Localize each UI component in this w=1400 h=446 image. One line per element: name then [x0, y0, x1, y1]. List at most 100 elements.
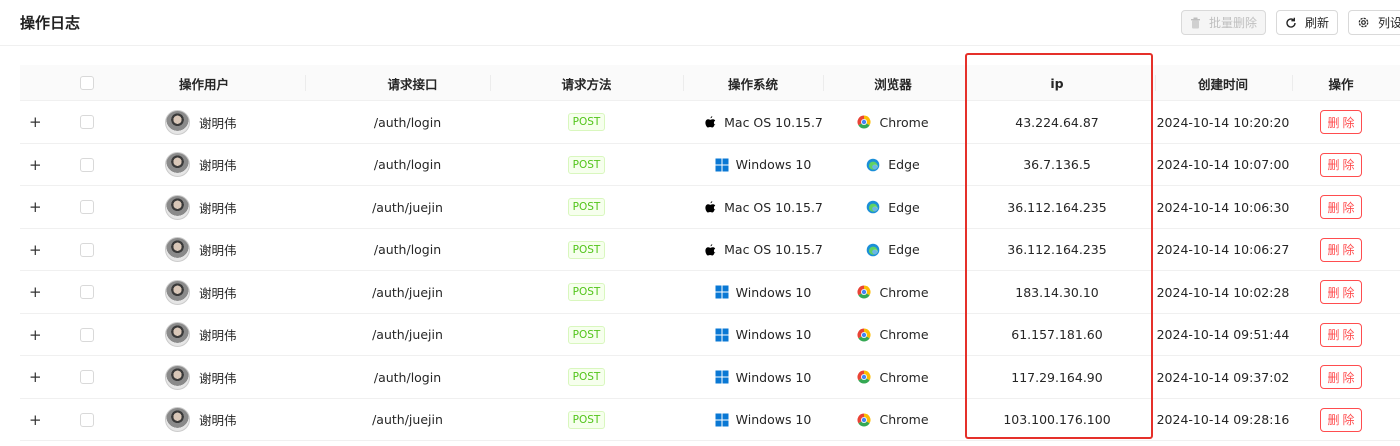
os-name: Mac OS 10.15.7: [724, 242, 823, 257]
column-divider: [683, 75, 684, 91]
browser-name: Edge: [888, 199, 920, 215]
log-table: 操作用户 请求接口 请求方法 操作系统 浏览器 ip 创建时间 操作 + 谢明伟…: [20, 65, 1400, 441]
table-body: + 谢明伟 /auth/login POST Mac OS 10.15.7 Ch…: [20, 101, 1400, 441]
delete-button[interactable]: 删除: [1320, 280, 1362, 304]
delete-button[interactable]: 删除: [1320, 237, 1362, 262]
column-divider: [1155, 75, 1156, 91]
windows-icon: [715, 413, 729, 427]
created-time-cell: 2024-10-14 10:07:00: [1156, 157, 1290, 172]
api-cell: /auth/login: [373, 157, 442, 172]
row-checkbox[interactable]: [80, 370, 94, 384]
method-cell: POST: [490, 144, 683, 186]
chrome-icon: [857, 413, 871, 427]
apple-icon: [703, 200, 717, 214]
created-time-cell: 2024-10-14 09:51:44: [1156, 327, 1290, 342]
row-select-cell[interactable]: [75, 314, 99, 356]
row-select-cell[interactable]: [75, 356, 99, 398]
page-title: 操作日志: [20, 14, 81, 32]
created-time-cell: 2024-10-14 10:06:30: [1156, 199, 1290, 215]
api-cell: /auth/login: [373, 369, 442, 385]
batch-delete-label: 批量删除: [1209, 16, 1258, 30]
method-tag: POST: [567, 240, 606, 259]
expand-row-button[interactable]: +: [29, 101, 49, 143]
table-row: + 谢明伟 /auth/login POST Windows 10 Chrome…: [20, 356, 1400, 399]
os-name: Windows 10: [735, 369, 812, 385]
row-select-cell[interactable]: [75, 144, 99, 186]
user-name: 谢明伟: [199, 243, 237, 258]
header-select-all[interactable]: [75, 65, 99, 101]
expand-row-button[interactable]: +: [29, 186, 49, 228]
os-cell: Windows 10: [683, 314, 843, 356]
table-header: 操作用户 请求接口 请求方法 操作系统 浏览器 ip 创建时间 操作: [20, 65, 1400, 101]
created-time-cell: 2024-10-14 10:20:20: [1156, 114, 1290, 130]
windows-icon: [715, 370, 729, 384]
chrome-icon: [857, 285, 871, 299]
row-checkbox[interactable]: [80, 327, 94, 342]
browser-cell: Chrome: [823, 314, 963, 356]
batch-delete-button[interactable]: 批量删除: [1181, 10, 1266, 35]
trash-icon: [1190, 17, 1201, 29]
table-row: + 谢明伟 /auth/login POST Mac OS 10.15.7 Ed…: [20, 229, 1400, 271]
delete-button[interactable]: 删除: [1320, 110, 1362, 134]
expand-row-button[interactable]: +: [29, 229, 49, 271]
row-select-cell[interactable]: [75, 229, 99, 271]
row-checkbox[interactable]: [80, 242, 94, 257]
table-row: + 谢明伟 /auth/login POST Windows 10 Edge 3…: [20, 144, 1400, 186]
user-cell: 谢明伟: [165, 399, 305, 441]
header-action: 操作: [1328, 76, 1354, 92]
ip-cell: 61.157.181.60: [1011, 327, 1103, 342]
delete-button[interactable]: 删除: [1320, 152, 1362, 177]
column-divider: [490, 75, 491, 91]
row-select-cell[interactable]: [75, 271, 99, 313]
os-cell: Windows 10: [683, 356, 843, 398]
ip-cell: 36.7.136.5: [1023, 157, 1091, 172]
action-cell: 删除: [1292, 271, 1390, 313]
column-divider: [1292, 75, 1293, 91]
method-tag: POST: [567, 198, 606, 216]
user-cell: 谢明伟: [165, 186, 305, 228]
delete-button[interactable]: 删除: [1320, 365, 1362, 389]
api-cell: /auth/juejin: [372, 199, 443, 215]
refresh-button[interactable]: 刷新: [1276, 10, 1338, 35]
table-row: + 谢明伟 /auth/juejin POST Windows 10 Chrom…: [20, 314, 1400, 356]
user-name: 谢明伟: [199, 370, 237, 386]
header-browser: 浏览器: [874, 76, 912, 92]
delete-button[interactable]: 删除: [1320, 322, 1362, 347]
browser-name: Edge: [888, 242, 920, 257]
method-cell: POST: [490, 399, 683, 441]
row-checkbox[interactable]: [80, 115, 94, 129]
row-select-cell[interactable]: [75, 186, 99, 228]
browser-cell: Chrome: [823, 101, 963, 143]
expand-row-button[interactable]: +: [29, 399, 49, 441]
action-cell: 删除: [1292, 399, 1390, 441]
select-all-checkbox[interactable]: [80, 76, 94, 90]
row-checkbox[interactable]: [80, 285, 94, 299]
row-checkbox[interactable]: [80, 200, 94, 214]
os-cell: Windows 10: [683, 271, 843, 313]
browser-cell: Edge: [823, 229, 963, 271]
user-name: 谢明伟: [199, 328, 237, 343]
ip-cell: 103.100.176.100: [1003, 412, 1111, 427]
row-checkbox[interactable]: [80, 412, 94, 427]
action-cell: 删除: [1292, 101, 1390, 143]
header-os: 操作系统: [727, 76, 778, 92]
refresh-icon: [1285, 17, 1297, 29]
browser-cell: Chrome: [823, 356, 963, 398]
method-cell: POST: [490, 229, 683, 271]
avatar: [165, 279, 190, 305]
expand-row-button[interactable]: +: [29, 271, 49, 313]
expand-row-button[interactable]: +: [29, 314, 49, 356]
delete-button[interactable]: 删除: [1320, 195, 1362, 219]
created-time-cell: 2024-10-14 10:06:27: [1156, 242, 1290, 257]
expand-row-button[interactable]: +: [29, 356, 49, 398]
delete-button[interactable]: 删除: [1320, 407, 1362, 432]
column-divider: [305, 75, 306, 91]
row-select-cell[interactable]: [75, 399, 99, 441]
ip-cell: 36.112.164.235: [1007, 199, 1107, 215]
expand-row-button[interactable]: +: [29, 144, 49, 186]
row-select-cell[interactable]: [75, 101, 99, 143]
row-checkbox[interactable]: [80, 157, 94, 172]
browser-name: Chrome: [879, 369, 929, 385]
os-cell: Windows 10: [683, 144, 843, 186]
column-settings-button[interactable]: 列设: [1348, 10, 1400, 35]
